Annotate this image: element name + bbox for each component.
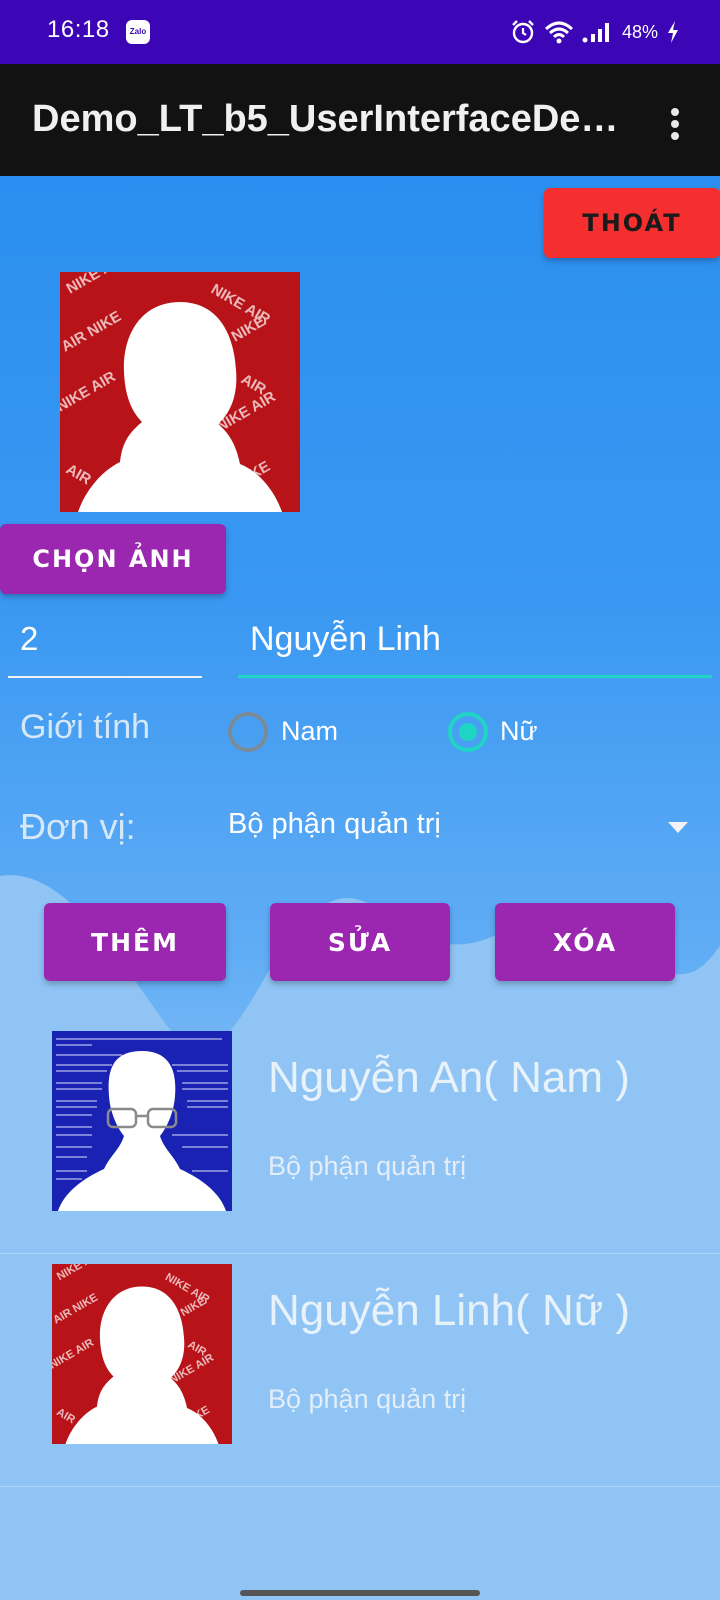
zalo-notification-icon: Zalo (126, 20, 150, 44)
list-item-unit: Bộ phận quản trị (268, 1151, 467, 1181)
name-field[interactable]: Nguyễn Linh (238, 616, 712, 678)
gender-option-male-label[interactable]: Nam (281, 716, 338, 747)
wifi-icon (544, 21, 573, 44)
home-indicator[interactable] (240, 1590, 480, 1596)
main-content: THOÁT NIKE AIR NIKE AIR AIR NIKE NIKE AI… (0, 176, 720, 1600)
name-field-value: Nguyễn Linh (250, 620, 441, 658)
selected-avatar-image: NIKE AIR NIKE AIR AIR NIKE NIKE AIR NIKE… (60, 272, 300, 512)
unit-dropdown-value: Bộ phận quản trị (228, 808, 441, 840)
unit-dropdown[interactable]: Bộ phận quản trị (222, 796, 692, 860)
list-item-name: Nguyễn Linh( Nữ ) (268, 1286, 631, 1335)
alarm-icon (512, 20, 534, 44)
dropdown-arrow-icon (668, 822, 688, 833)
gender-radio-female[interactable] (448, 712, 488, 752)
add-button[interactable]: THÊM (44, 903, 226, 981)
list-item[interactable]: NIKE AIR NIKE AIR AIR NIKE NIKE AIR NIKE… (0, 1254, 720, 1487)
battery-percentage: 48% (621, 21, 658, 42)
delete-button[interactable]: XÓA (495, 903, 675, 981)
radio-selected-dot (459, 723, 477, 741)
gender-label: Giới tính (20, 708, 151, 746)
nike-avatar: NIKE AIR NIKE AIR AIR NIKE NIKE AIR NIKE… (52, 1264, 232, 1444)
id-field-value: 2 (20, 620, 39, 657)
app-title: Demo_LT_b5_UserInterfaceDe… (32, 98, 619, 140)
app-bar: Demo_LT_b5_UserInterfaceDe… (0, 64, 720, 176)
exit-button[interactable]: THOÁT (544, 188, 720, 258)
edit-button[interactable]: SỬA (270, 903, 450, 981)
nike-avatar: NIKE AIR NIKE AIR AIR NIKE NIKE AIR NIKE… (60, 272, 300, 512)
list-item-avatar: NIKE AIR NIKE AIR AIR NIKE NIKE AIR NIKE… (52, 1264, 232, 1444)
battery-charging-icon (668, 21, 678, 43)
status-time: 16:18 (47, 16, 110, 43)
overflow-menu-icon[interactable] (660, 102, 690, 146)
list-item[interactable]: Nguyễn An( Nam ) Bộ phận quản trị (0, 1021, 720, 1254)
id-field[interactable]: 2 (8, 616, 202, 678)
status-bar: 16:18 Zalo 48% (0, 0, 720, 64)
status-icons: 48% (510, 16, 680, 48)
signal-icon (582, 23, 609, 43)
unit-label: Đơn vị: (20, 806, 136, 847)
list-item-unit: Bộ phận quản trị (268, 1384, 467, 1414)
list-item-avatar (52, 1031, 232, 1211)
gender-radio-male[interactable] (228, 712, 268, 752)
choose-photo-button[interactable]: CHỌN ẢNH (0, 524, 226, 594)
bsod-avatar (52, 1031, 232, 1211)
gender-option-female-label[interactable]: Nữ (500, 716, 538, 747)
list-item-name: Nguyễn An( Nam ) (268, 1053, 630, 1102)
